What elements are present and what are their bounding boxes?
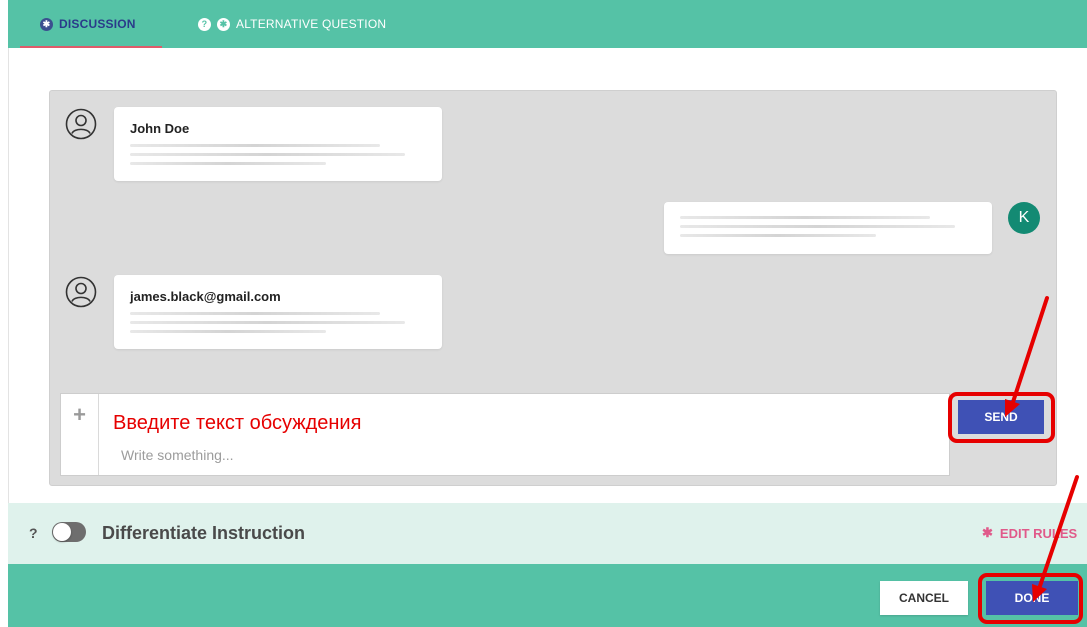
differentiate-toggle[interactable] [52,522,86,542]
message-text-placeholder [130,144,380,147]
message-composer: + Введите текст обсуждения [60,393,950,476]
edit-rules-label: EDIT RULES [999,525,1078,541]
active-tab-indicator [20,46,162,48]
dialog-footer: CANCEL DONE [8,564,1087,627]
add-attachment-button[interactable]: + [61,394,99,475]
toggle-knob [53,523,71,541]
tab-discussion-label: DISCUSSION [59,17,136,31]
send-button[interactable]: SEND [958,400,1044,434]
message-text-placeholder [680,234,876,237]
settings-icon: ✱ [40,17,53,31]
done-button[interactable]: DONE [986,581,1078,615]
message-input[interactable] [121,444,821,466]
user-avatar-icon [65,108,97,140]
discussion-thread: John Doe K james.black@gmail.com + Введи… [49,90,1057,486]
cancel-button[interactable]: CANCEL [880,581,968,615]
message-text-placeholder [130,312,380,315]
tab-bar: ✱ DISCUSSION ? ✱ ALTERNATIVE QUESTION [8,0,1087,48]
tab-alternative-question-label: ALTERNATIVE QUESTION [236,17,387,31]
gear-icon: ✱ [982,525,993,540]
message-text-placeholder [680,225,955,228]
settings-icon: ✱ [217,17,230,31]
message-bubble-own [664,202,992,254]
help-icon[interactable]: ? [29,525,38,541]
message-bubble: james.black@gmail.com [114,275,442,349]
message-author: John Doe [130,121,190,136]
plus-icon: + [73,402,86,427]
user-avatar-icon [65,276,97,308]
message-text-placeholder [130,321,405,324]
message-author: james.black@gmail.com [130,289,281,304]
message-text-placeholder [130,162,326,165]
annotation-hint: Введите текст обсуждения [113,412,362,434]
user-avatar-k: K [1008,202,1040,234]
help-icon[interactable]: ? [198,17,211,31]
tab-discussion[interactable]: ✱ DISCUSSION [20,0,162,48]
discussion-dialog: ✱ DISCUSSION ? ✱ ALTERNATIVE QUESTION Jo… [0,0,1087,627]
tab-alternative-question[interactable]: ? ✱ ALTERNATIVE QUESTION [198,0,386,48]
divider [8,48,9,503]
message-text-placeholder [130,330,326,333]
message-text-placeholder [130,153,405,156]
message-text-placeholder [680,216,930,219]
differentiate-bar: ? Differentiate Instruction ✱ EDIT RULES [8,503,1087,564]
edit-rules-button[interactable]: ✱ EDIT RULES [982,525,1077,541]
differentiate-label: Differentiate Instruction [102,523,306,543]
message-bubble: John Doe [114,107,442,181]
